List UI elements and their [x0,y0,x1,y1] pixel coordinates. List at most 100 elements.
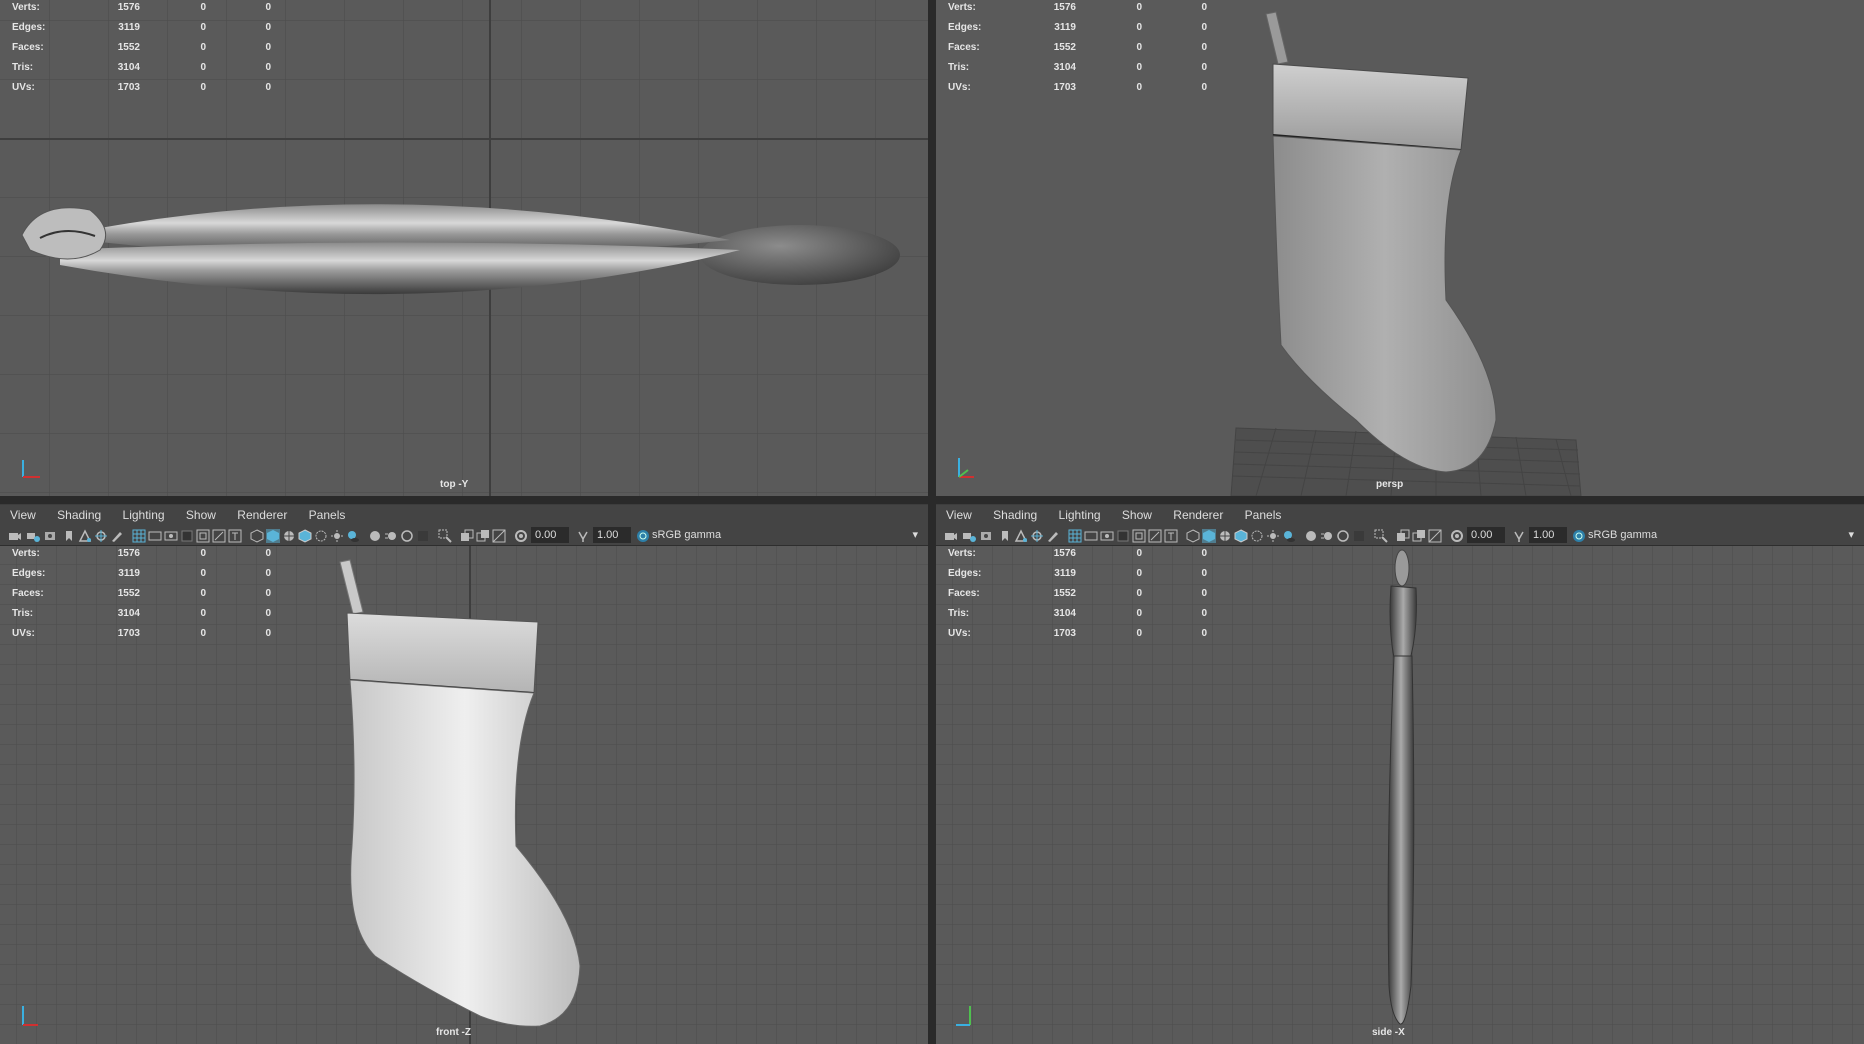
gamma-icon[interactable] [576,528,590,542]
xray-active-icon[interactable] [1412,528,1426,542]
menu-show[interactable]: Show [186,508,216,522]
grease-pencil-icon[interactable] [1046,528,1060,542]
bookmark-icon[interactable] [998,528,1012,542]
gamma-field[interactable]: 1.00 [1529,527,1567,543]
screen-space-ao-icon[interactable] [368,528,382,542]
stat-row: Tris: 3104 0 0 [948,62,1207,73]
safe-action-icon[interactable] [212,528,226,543]
menu-lighting[interactable]: Lighting [123,508,165,522]
smooth-shade-icon[interactable] [266,528,280,543]
camera-icon[interactable] [8,528,22,542]
safe-title-icon[interactable] [228,528,242,543]
panel-divider-vertical[interactable] [928,0,936,1044]
camera-label: top -Y [440,479,469,490]
gamma-icon[interactable] [1512,528,1526,542]
gate-mask-icon[interactable] [1116,528,1130,542]
2d-pan-zoom-icon[interactable] [94,528,108,542]
xray-icon[interactable] [314,528,328,542]
camera-icon[interactable] [944,528,958,542]
xray-icon[interactable] [1250,528,1264,542]
stat-row: Tris: 3104 0 0 [12,62,271,73]
safe-action-icon[interactable] [1148,528,1162,543]
safe-title-icon[interactable] [1164,528,1178,543]
film-gate-icon[interactable] [148,528,162,542]
menu-show[interactable]: Show [1122,508,1152,522]
poly-stats-front: Verts: 1576 0 0 Edges: 3119 0 0 Faces: 1552 0 0 T… [12,548,272,648]
menu-panels[interactable]: Panels [1245,508,1282,522]
use-all-lights-icon[interactable] [330,528,344,542]
gamma-field[interactable]: 1.00 [593,527,631,543]
stat-row: Verts: 1576 0 0 [948,2,1207,13]
viewport-top[interactable]: Verts: 1576 0 0 Edges: 3119 0 0 Faces: 1552 0 0 T… [0,0,928,496]
stat-row: UVs: 1703 0 0 [948,82,1207,93]
textured-icon[interactable] [1234,528,1248,543]
color-space-dropdown[interactable]: sRGB gamma ▾ [652,527,922,543]
screen-space-ao-icon[interactable] [1304,528,1318,542]
exposure-field[interactable]: 0.00 [1467,527,1505,543]
grease-pencil-icon[interactable] [110,528,124,542]
field-chart-icon[interactable] [196,528,210,543]
xray-joints-icon[interactable] [460,528,474,542]
anti-aliasing-icon[interactable] [1336,528,1350,542]
motion-blur-icon[interactable] [384,528,398,542]
depth-of-field-icon[interactable] [416,528,430,542]
anti-aliasing-icon[interactable] [400,528,414,542]
wireframe-icon[interactable] [1186,528,1200,543]
isolate-select-icon[interactable] [1374,528,1388,543]
bookmark-camera-icon[interactable] [980,528,994,542]
menu-lighting[interactable]: Lighting [1059,508,1101,522]
isolate-select-icon[interactable] [438,528,452,543]
motion-blur-icon[interactable] [1320,528,1334,542]
use-all-lights-icon[interactable] [1266,528,1280,542]
image-plane-icon[interactable] [78,528,92,542]
color-management-icon[interactable] [636,528,650,542]
viewport-side[interactable]: Verts: 1576 0 0 Edges: 3119 0 0 Faces: 1552 0 0 T… [936,546,1864,1044]
menu-renderer[interactable]: Renderer [1173,508,1223,522]
gate-mask-icon[interactable] [180,528,194,542]
panel-divider-horizontal[interactable] [0,496,1864,504]
shadows-icon[interactable] [346,528,360,542]
2d-pan-zoom-icon[interactable] [1030,528,1044,542]
wireframe-on-shaded-icon[interactable] [1218,528,1232,542]
viewport-persp[interactable]: Verts: 1576 0 0 Edges: 3119 0 0 Faces: 1552 0 0 T… [936,0,1864,496]
depth-of-field-icon[interactable] [1352,528,1366,542]
textured-icon[interactable] [298,528,312,543]
menu-view[interactable]: View [10,508,36,522]
viewport-front[interactable]: Verts: 1576 0 0 Edges: 3119 0 0 Faces: 1552 0 0 T… [0,546,928,1044]
axis-gizmo-icon [958,458,974,478]
menu-shading[interactable]: Shading [57,508,101,522]
backface-culling-icon[interactable] [1428,528,1442,543]
wireframe-on-shaded-icon[interactable] [282,528,296,542]
xray-active-icon[interactable] [476,528,490,542]
resolution-gate-icon[interactable] [1100,528,1114,542]
film-gate-icon[interactable] [1084,528,1098,542]
exposure-field[interactable]: 0.00 [531,527,569,543]
stat-row: Verts: 1576 0 0 [12,2,271,13]
stat-row: Faces: 1552 0 0 [948,42,1207,53]
xray-joints-icon[interactable] [1396,528,1410,542]
exposure-icon[interactable] [1450,528,1464,542]
color-space-value: sRGB gamma [652,529,722,541]
bookmark-icon[interactable] [62,528,76,542]
camera-label: persp [1376,479,1404,490]
backface-culling-icon[interactable] [492,528,506,543]
camera-attributes-icon[interactable] [26,528,40,542]
image-plane-icon[interactable] [1014,528,1028,542]
menu-panels[interactable]: Panels [309,508,346,522]
field-chart-icon[interactable] [1132,528,1146,543]
exposure-icon[interactable] [514,528,528,542]
wireframe-icon[interactable] [250,528,264,543]
menu-renderer[interactable]: Renderer [237,508,287,522]
color-space-dropdown[interactable]: sRGB gamma ▾ [1588,527,1858,543]
shadows-icon[interactable] [1282,528,1296,542]
grid-icon[interactable] [132,528,146,543]
smooth-shade-icon[interactable] [1202,528,1216,543]
resolution-gate-icon[interactable] [164,528,178,542]
camera-attributes-icon[interactable] [962,528,976,542]
menu-shading[interactable]: Shading [993,508,1037,522]
side-stocking-model [1387,549,1417,1025]
color-management-icon[interactable] [1572,528,1586,542]
grid-icon[interactable] [1068,528,1082,543]
menu-view[interactable]: View [946,508,972,522]
bookmark-camera-icon[interactable] [44,528,58,542]
